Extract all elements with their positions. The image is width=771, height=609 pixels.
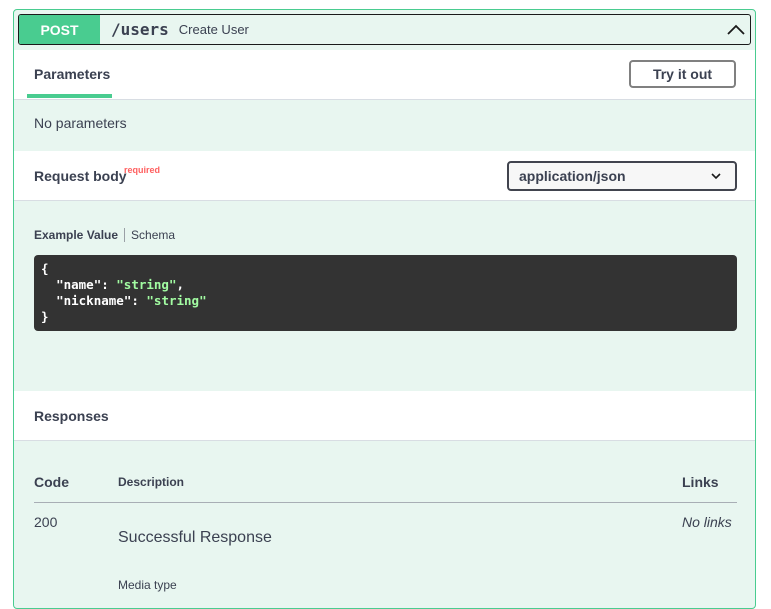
operation-path: /users xyxy=(111,20,169,39)
example-schema-tabs: Example Value Schema xyxy=(34,228,175,242)
chevron-down-icon xyxy=(711,173,721,180)
responses-label: Responses xyxy=(34,408,109,424)
tab-active-indicator xyxy=(27,94,112,98)
content-type-value: application/json xyxy=(519,168,626,184)
operation-summary-text: Create User xyxy=(178,22,249,37)
try-it-out-button[interactable]: Try it out xyxy=(629,60,736,88)
required-badge: required xyxy=(124,165,161,175)
method-badge: POST xyxy=(19,15,100,44)
tab-example-value[interactable]: Example Value xyxy=(34,228,118,242)
tab-parameters[interactable]: Parameters xyxy=(34,66,110,82)
chevron-up-icon[interactable] xyxy=(726,20,746,40)
code-value: "string" xyxy=(116,277,177,292)
tab-divider xyxy=(124,228,126,242)
column-code: Code xyxy=(34,474,69,490)
content-type-select[interactable]: application/json xyxy=(507,161,737,191)
responses-header: Responses xyxy=(14,391,755,441)
code-line-nickname: "nickname": "string" xyxy=(56,293,207,308)
response-links: No links xyxy=(682,514,732,530)
code-key: nickname xyxy=(63,293,124,308)
request-body-label: Request body xyxy=(34,168,127,184)
code-brace-close: } xyxy=(41,309,49,324)
table-divider xyxy=(34,502,737,503)
operation-summary[interactable]: POST /users Create User xyxy=(18,14,751,45)
column-links: Links xyxy=(682,474,719,490)
code-key: name xyxy=(63,277,94,292)
column-description: Description xyxy=(118,475,185,489)
operation-block-post-users: POST /users Create User Parameters Try i… xyxy=(13,9,756,609)
request-body-header: Request body required application/json xyxy=(14,151,755,201)
response-description: Successful Response xyxy=(118,529,272,546)
tab-schema[interactable]: Schema xyxy=(131,228,175,242)
response-code: 200 xyxy=(34,514,58,530)
code-value: "string" xyxy=(146,293,207,308)
example-code-block: { "name": "string", "nickname": "string"… xyxy=(34,255,737,331)
parameters-header: Parameters Try it out xyxy=(14,50,755,100)
media-type-label: Media type xyxy=(118,578,177,592)
no-parameters-text: No parameters xyxy=(34,115,127,131)
code-brace-open: { xyxy=(41,261,49,276)
code-line-name: "name": "string", xyxy=(56,277,185,292)
